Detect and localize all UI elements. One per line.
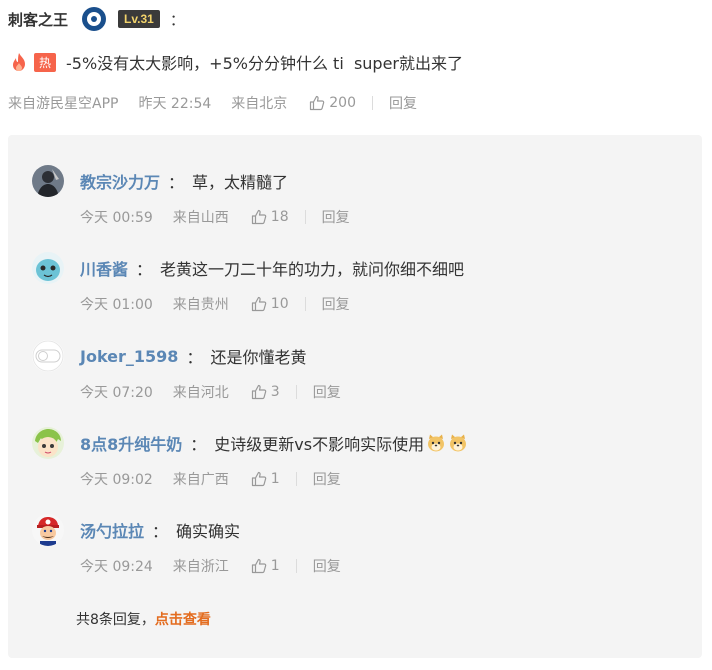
reply-total: 共8条回复，点击查看 — [76, 609, 211, 629]
reply-text: 草，太精髓了 — [192, 173, 289, 192]
doge-emoji-icon — [426, 433, 446, 453]
reply-colon: ： — [136, 260, 153, 279]
like-button[interactable]: 18 — [251, 209, 289, 225]
reply-button[interactable]: 回复 — [389, 93, 417, 113]
reply-text: 史诗级更新vs不影响实际使用 — [214, 435, 425, 454]
like-button[interactable]: 3 — [251, 384, 280, 400]
reply-time: 今天 07:20 — [80, 385, 153, 401]
thumbs-up-icon — [251, 471, 267, 487]
divider — [295, 559, 297, 573]
flame-icon — [8, 51, 30, 73]
reply-button[interactable]: 回复 — [322, 207, 350, 227]
reply-button[interactable]: 回复 — [313, 382, 341, 402]
avatar[interactable] — [32, 165, 64, 197]
thumbs-up-icon — [251, 558, 267, 574]
avatar[interactable] — [32, 514, 64, 546]
avatar[interactable] — [32, 427, 64, 459]
avatar[interactable] — [32, 252, 64, 284]
reply-text: 还是你懂老黄 — [210, 348, 307, 367]
reply-colon: ： — [186, 348, 203, 367]
divider — [372, 96, 373, 110]
like-count: 3 — [270, 384, 280, 400]
comment-location: 来自北京 — [231, 96, 288, 112]
reply-time: 今天 00:59 — [80, 210, 153, 226]
like-count: 200 — [329, 95, 356, 111]
reply-text: 老黄这一刀二十年的功力，就问你细不细吧 — [160, 260, 465, 279]
reply-colon: ： — [152, 522, 169, 541]
reply-time: 今天 09:24 — [80, 559, 153, 575]
reply-button[interactable]: 回复 — [322, 294, 350, 314]
reply-location: 来自浙江 — [172, 559, 229, 575]
reply-username[interactable]: 川香酱 — [80, 256, 128, 280]
reply-colon: ： — [168, 173, 185, 192]
reply-location: 来自山西 — [172, 210, 229, 226]
comment-colon: ： — [169, 10, 185, 29]
doge-emoji-icon — [448, 433, 468, 453]
hot-tag: 热 — [34, 52, 57, 72]
like-button[interactable]: 1 — [251, 558, 280, 574]
level-badge: Lv.31 — [118, 10, 160, 28]
like-button[interactable]: 10 — [251, 296, 289, 312]
comment-time: 昨天 22:54 — [138, 96, 212, 112]
reply-text: 确实确实 — [176, 522, 241, 541]
view-all-replies-link[interactable]: 点击查看 — [155, 612, 211, 628]
reply-total-text: 共8条回复， — [76, 612, 155, 628]
comment-meta: 来自游民星空APP 昨天 22:54 来自北京 200 回复 — [8, 93, 417, 113]
avatar[interactable] — [32, 340, 64, 372]
like-count: 10 — [270, 296, 289, 312]
divider — [304, 297, 306, 311]
divider — [295, 472, 297, 486]
reply-username[interactable]: Joker_1598 — [80, 347, 178, 366]
user-badge-icon — [82, 7, 107, 31]
comment-username[interactable]: 刺客之王 — [8, 9, 68, 30]
comment-source: 来自游民星空APP — [8, 96, 119, 112]
thumbs-up-icon — [251, 384, 267, 400]
like-button[interactable]: 1 — [251, 471, 280, 487]
divider — [295, 385, 297, 399]
reply-location: 来自广西 — [172, 472, 229, 488]
thumbs-up-icon — [251, 209, 267, 225]
comment-header: 刺客之王 Lv.31 ： — [8, 7, 185, 31]
comment-body: 热 -5%没有太大影响，+5%分分钟什么 ti super就出来了 — [8, 50, 463, 74]
like-button[interactable]: 200 — [309, 95, 356, 111]
thumbs-up-icon — [251, 296, 267, 312]
reply-username[interactable]: 汤勺拉拉 — [80, 518, 144, 542]
reply-location: 来自贵州 — [172, 297, 229, 313]
reply-button[interactable]: 回复 — [313, 556, 341, 576]
reply-button[interactable]: 回复 — [313, 469, 341, 489]
like-count: 1 — [270, 471, 280, 487]
like-count: 18 — [270, 209, 289, 225]
reply-time: 今天 01:00 — [80, 297, 153, 313]
reply-time: 今天 09:02 — [80, 472, 153, 488]
reply-colon: ： — [190, 435, 207, 454]
thumbs-up-icon — [309, 95, 325, 111]
replies-panel: 教宗沙力万 ： 草，太精髓了 今天 00:59 来自山西 18 回复 川香酱 ：… — [8, 135, 702, 658]
divider — [304, 210, 306, 224]
reply-username[interactable]: 教宗沙力万 — [80, 169, 160, 193]
reply-username[interactable]: 8点8升纯牛奶 — [80, 431, 182, 455]
reply-location: 来自河北 — [172, 385, 229, 401]
like-count: 1 — [270, 558, 280, 574]
comment-text: -5%没有太大影响，+5%分分钟什么 ti super就出来了 — [66, 54, 463, 73]
